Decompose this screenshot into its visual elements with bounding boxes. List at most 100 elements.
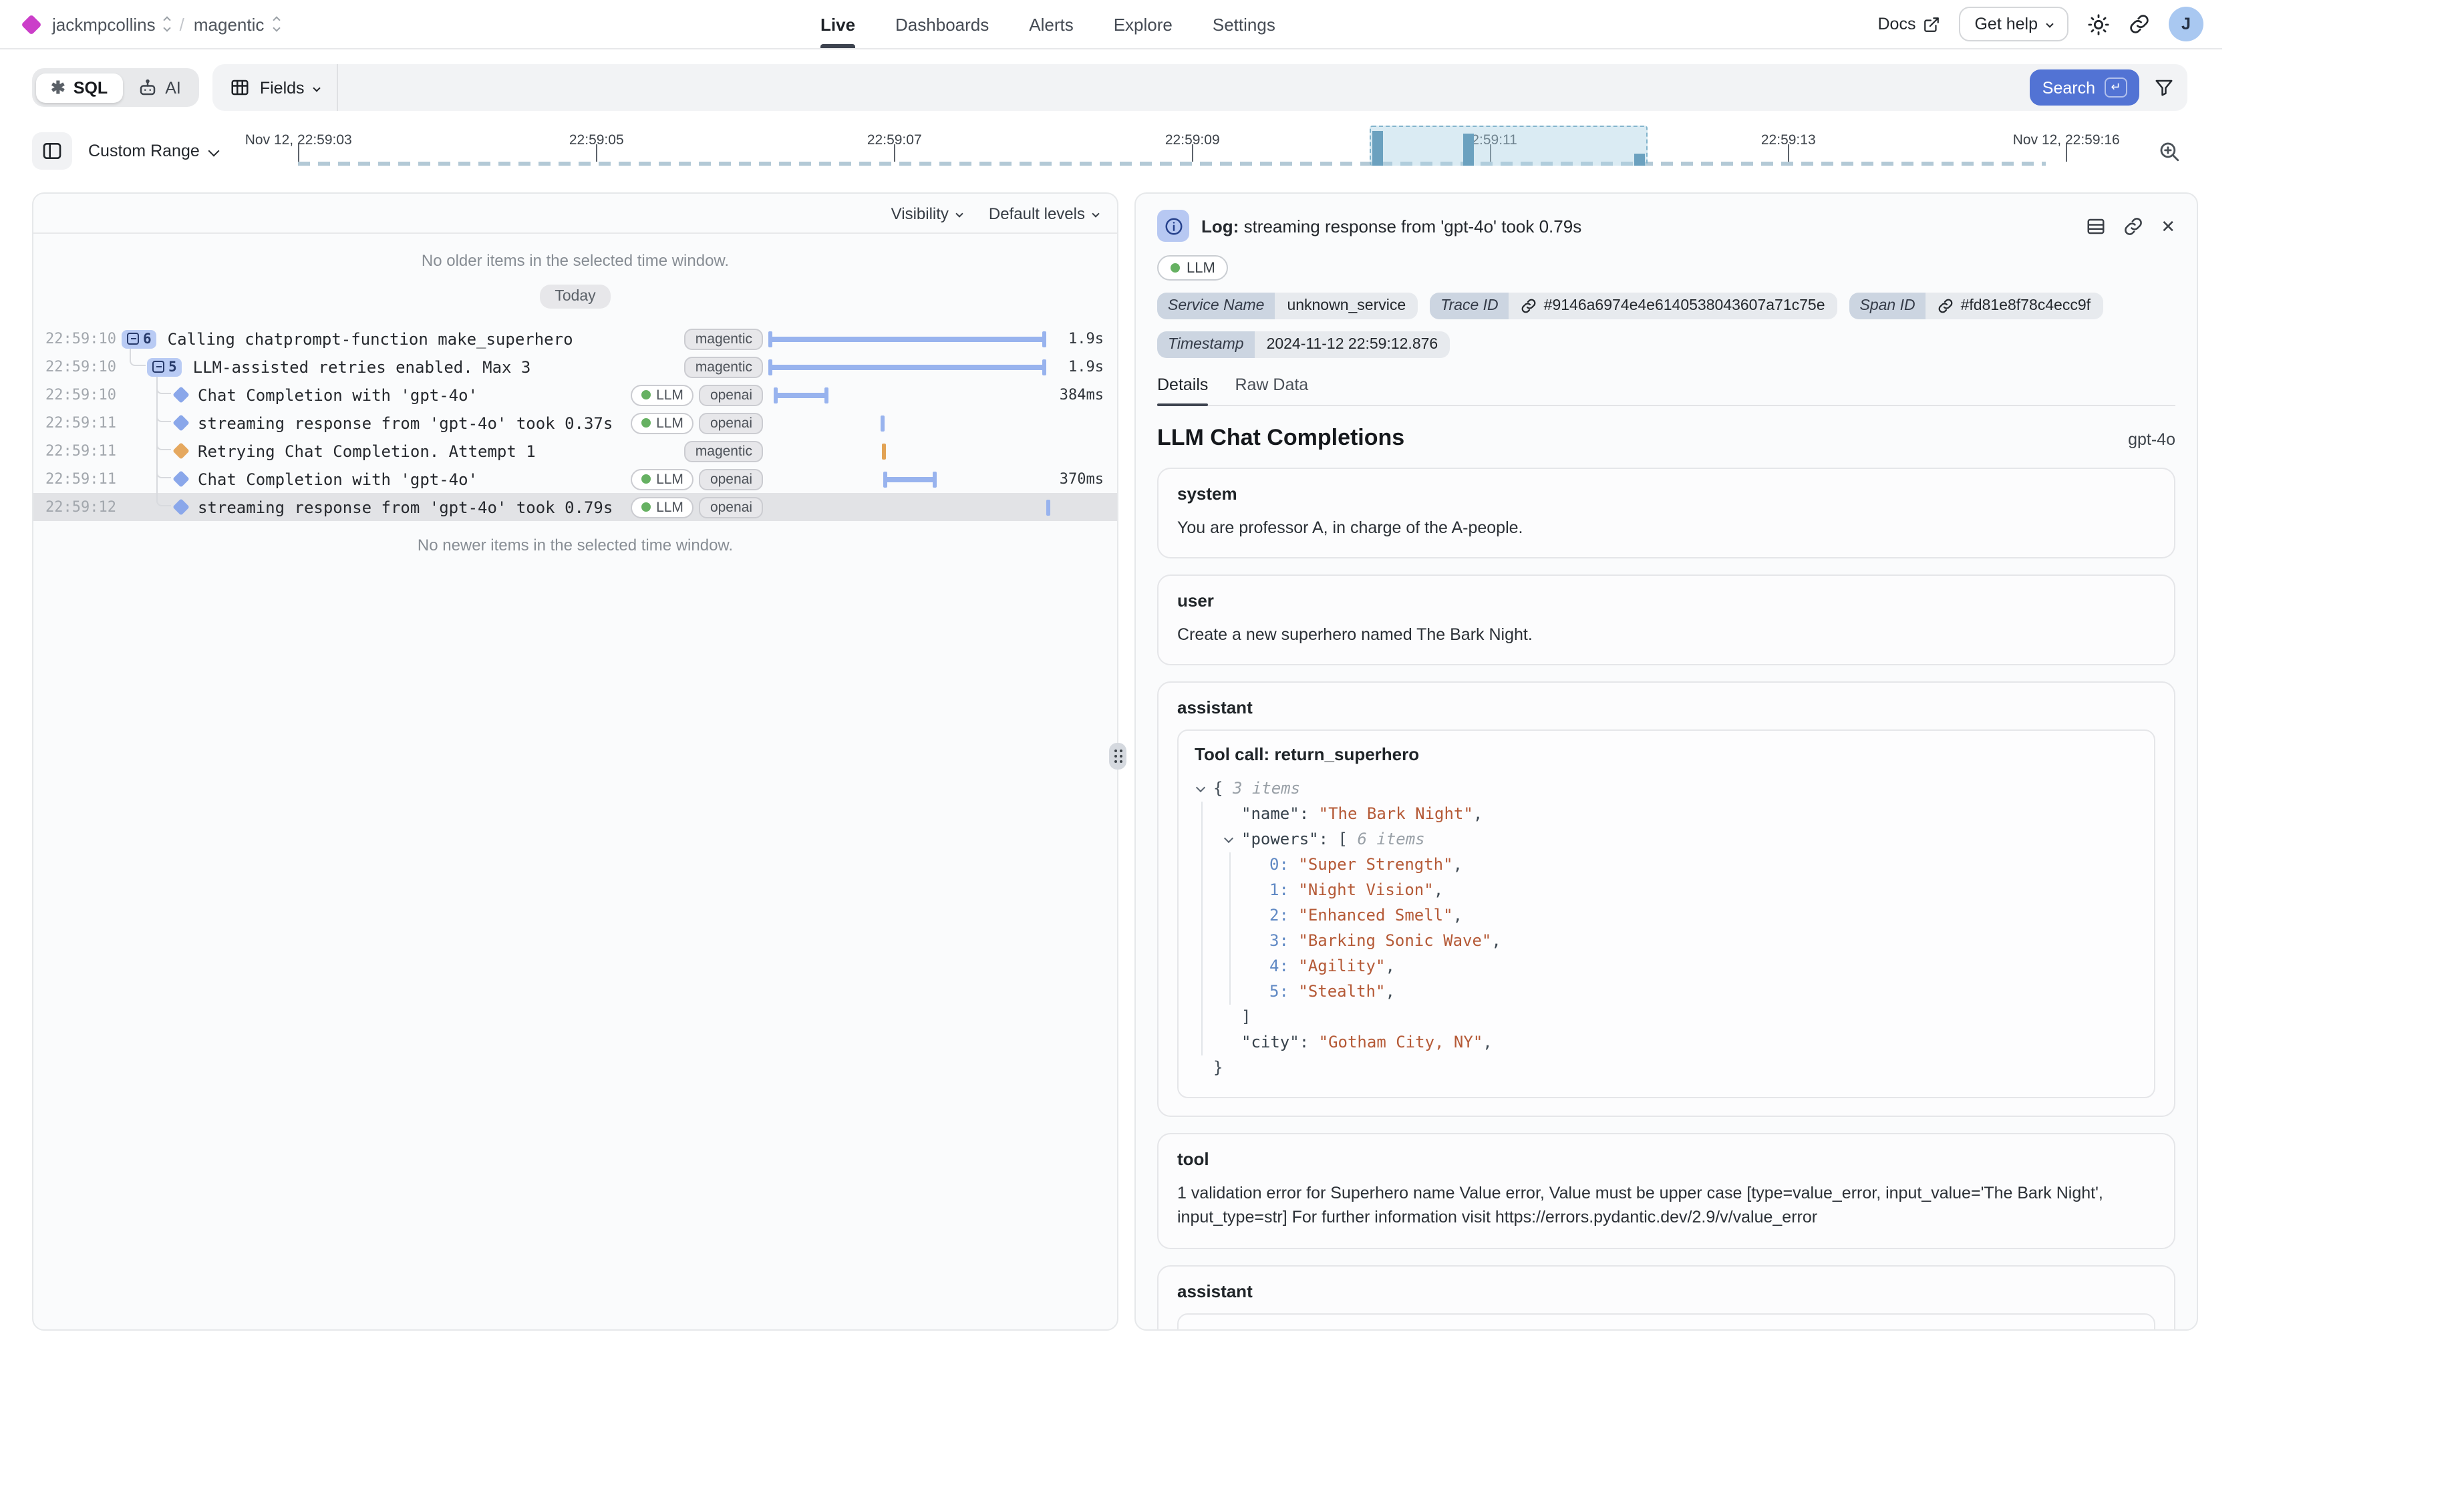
theme-toggle-button[interactable] bbox=[2087, 13, 2110, 35]
role-label: assistant bbox=[1177, 1281, 2155, 1301]
tag-pill: magentic bbox=[685, 440, 763, 462]
zoom-in-button[interactable] bbox=[2150, 132, 2187, 170]
warning-diamond-icon bbox=[172, 442, 189, 459]
caret-down-icon[interactable] bbox=[1224, 834, 1233, 843]
no-newer-items-text: No newer items in the selected time wind… bbox=[33, 536, 1117, 554]
collapse-badge[interactable]: 5 bbox=[147, 357, 182, 376]
log-row[interactable]: 22:59:11 Chat Completion with 'gpt-4o' L… bbox=[33, 465, 1117, 493]
tree-connector bbox=[156, 405, 171, 422]
caret-down-icon[interactable] bbox=[1196, 783, 1205, 792]
copy-link-icon[interactable] bbox=[2123, 216, 2143, 236]
levels-dropdown[interactable]: Default levels bbox=[989, 204, 1098, 222]
green-dot-icon bbox=[641, 390, 651, 399]
tab-settings[interactable]: Settings bbox=[1213, 0, 1275, 48]
search-bar: ✱ SQL AI Fields Search ↵ bbox=[32, 64, 2187, 111]
brightness-icon bbox=[2087, 13, 2110, 35]
logo-diamond-icon bbox=[21, 13, 41, 34]
log-row[interactable]: 22:59:10 5 LLM-assisted retries enabled.… bbox=[33, 353, 1117, 381]
tab-live[interactable]: Live bbox=[820, 0, 855, 48]
close-icon[interactable]: ✕ bbox=[2161, 217, 2175, 234]
tab-alerts[interactable]: Alerts bbox=[1029, 0, 1073, 48]
org-name: jackmpcollins bbox=[52, 14, 156, 34]
chevrons-up-down-icon bbox=[273, 17, 279, 31]
chevron-down-icon bbox=[1092, 209, 1099, 216]
top-nav: jackmpcollins / magentic Live Dashboards… bbox=[0, 0, 2222, 49]
log-row[interactable]: 22:59:10 6 Calling chatprompt-function m… bbox=[33, 325, 1117, 353]
fields-label: Fields bbox=[260, 78, 305, 97]
log-row-selected[interactable]: 22:59:12 streaming response from 'gpt-4o… bbox=[33, 493, 1117, 521]
tab-dashboards[interactable]: Dashboards bbox=[895, 0, 989, 48]
grip-dots-icon bbox=[1114, 750, 1116, 752]
search-label: Search bbox=[2042, 78, 2095, 97]
green-dot-icon bbox=[641, 502, 651, 512]
message-card-user: user Create a new superhero named The Ba… bbox=[1157, 574, 2175, 665]
org-selector[interactable]: jackmpcollins bbox=[52, 14, 170, 34]
time-range-selector[interactable]: Custom Range bbox=[88, 142, 218, 160]
levels-label: Default levels bbox=[989, 204, 1085, 222]
tool-call-card: Tool call: return_superhero { 3 items "n… bbox=[1177, 730, 2155, 1099]
project-name: magentic bbox=[194, 14, 265, 34]
project-selector[interactable]: magentic bbox=[194, 14, 279, 34]
log-row[interactable]: 22:59:10 Chat Completion with 'gpt-4o' L… bbox=[33, 381, 1117, 409]
docs-link[interactable]: Docs bbox=[1878, 15, 1940, 33]
docs-label: Docs bbox=[1878, 15, 1916, 33]
log-time: 22:59:10 bbox=[45, 386, 116, 403]
collapse-badge[interactable]: 6 bbox=[122, 329, 157, 348]
log-time: 22:59:11 bbox=[45, 442, 116, 460]
llm-tag-pill: LLM bbox=[631, 496, 694, 518]
get-help-button[interactable]: Get help bbox=[1958, 7, 2068, 41]
tree-connector bbox=[156, 377, 171, 394]
query-field: Fields Search ↵ bbox=[213, 64, 2187, 111]
collapse-panel-button[interactable] bbox=[32, 132, 72, 170]
avatar[interactable]: J bbox=[2169, 7, 2203, 41]
share-link-button[interactable] bbox=[2129, 13, 2150, 35]
axis-tick bbox=[299, 144, 300, 162]
span-bar bbox=[768, 364, 1046, 369]
visibility-label: Visibility bbox=[891, 204, 949, 222]
time-range-label: Custom Range bbox=[88, 142, 200, 160]
log-message: Retrying Chat Completion. Attempt 1 bbox=[198, 442, 536, 460]
span-bar bbox=[883, 476, 937, 482]
tab-explore[interactable]: Explore bbox=[1114, 0, 1173, 48]
panel-resize-handle[interactable] bbox=[1109, 743, 1126, 770]
ai-mode-button[interactable]: AI bbox=[122, 72, 196, 103]
log-list-panel: Visibility Default levels No older items… bbox=[32, 192, 1118, 1331]
ai-label: AI bbox=[165, 78, 181, 97]
time-selection-window[interactable] bbox=[1370, 126, 1648, 166]
green-dot-icon bbox=[641, 474, 651, 484]
time-axis[interactable]: Nov 12, 22:59:03 22:59:05 22:59:07 22:59… bbox=[237, 123, 2150, 179]
fields-button[interactable]: Fields bbox=[213, 64, 338, 111]
section-title: LLM Chat Completions bbox=[1157, 425, 1404, 452]
tab-details[interactable]: Details bbox=[1157, 375, 1208, 405]
asterisk-icon: ✱ bbox=[51, 79, 65, 96]
axis-tick bbox=[895, 144, 896, 162]
detail-tabs: Details Raw Data bbox=[1157, 375, 2175, 406]
enter-key-icon: ↵ bbox=[2105, 77, 2127, 98]
filter-button[interactable] bbox=[2139, 64, 2187, 111]
log-time: 22:59:12 bbox=[45, 498, 116, 516]
model-name: gpt-4o bbox=[2128, 430, 2175, 449]
log-duration: 1.9s bbox=[1068, 358, 1104, 375]
axis-tick bbox=[2066, 144, 2068, 162]
tab-raw-data[interactable]: Raw Data bbox=[1235, 375, 1308, 405]
tree-connector bbox=[130, 349, 146, 366]
span-id-pill[interactable]: Span ID #fd81e8f78c4ecc9f bbox=[1849, 293, 2103, 319]
visibility-dropdown[interactable]: Visibility bbox=[891, 204, 962, 222]
tag-pill: openai bbox=[700, 384, 763, 405]
log-row[interactable]: 22:59:11 Retrying Chat Completion. Attem… bbox=[33, 437, 1117, 465]
search-input[interactable] bbox=[338, 64, 2030, 111]
sql-label: SQL bbox=[73, 78, 108, 97]
log-row[interactable]: 22:59:11 streaming response from 'gpt-4o… bbox=[33, 409, 1117, 437]
day-separator: Today bbox=[540, 285, 610, 309]
app-window: jackmpcollins / magentic Live Dashboards… bbox=[0, 0, 2222, 1331]
span-diamond-icon bbox=[172, 498, 189, 515]
chevron-down-icon bbox=[955, 209, 963, 216]
trace-id-pill[interactable]: Trace ID #9146a6974e4e6140538043607a71c7… bbox=[1430, 293, 1837, 319]
tag-pill: openai bbox=[700, 496, 763, 518]
role-label: user bbox=[1177, 591, 2155, 611]
timestamp-pill: Timestamp 2024-11-12 22:59:12.876 bbox=[1157, 331, 1450, 358]
search-button[interactable]: Search ↵ bbox=[2030, 69, 2139, 106]
sql-mode-button[interactable]: ✱ SQL bbox=[36, 73, 122, 102]
table-view-icon[interactable] bbox=[2086, 216, 2106, 236]
message-card-tool: tool 1 validation error for Superhero na… bbox=[1157, 1134, 2175, 1249]
